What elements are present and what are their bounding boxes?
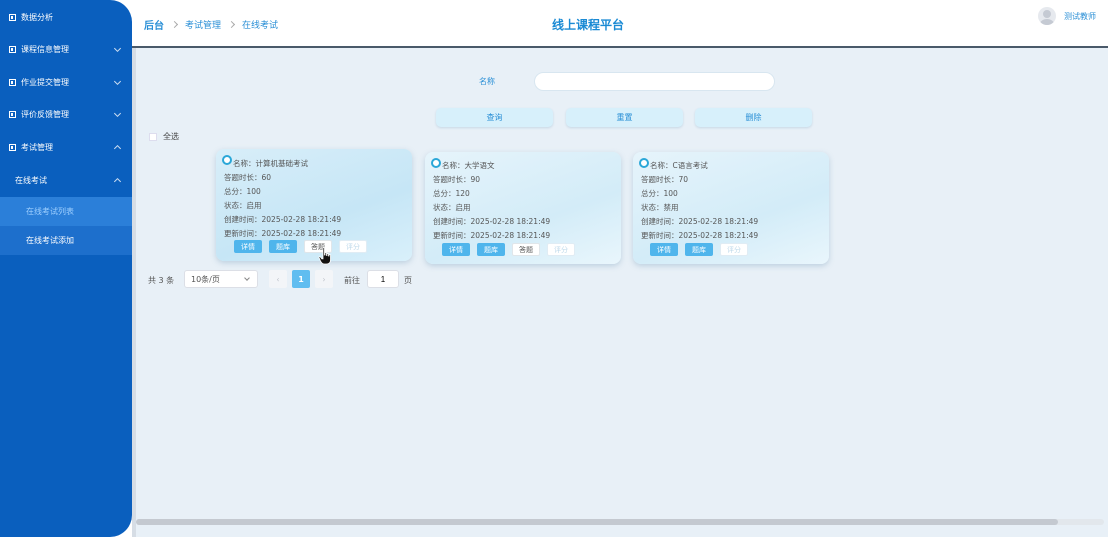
exam-total: 总分：120: [433, 189, 470, 198]
sidebar-item-exam-management[interactable]: 考试管理: [0, 131, 132, 163]
exam-status: 状态：禁用: [641, 203, 679, 212]
prev-page-button[interactable]: ‹: [269, 270, 287, 288]
sidebar-item-label: 数据分析: [21, 12, 53, 22]
question-bank-button[interactable]: 题库: [477, 243, 505, 256]
sidebar-item-exam-list[interactable]: 在线考试列表: [0, 197, 132, 226]
select-all[interactable]: 全选: [149, 131, 179, 142]
sidebar-item-homework[interactable]: 作业提交管理: [0, 66, 132, 98]
avatar: [1038, 7, 1056, 25]
search-label: 名称: [479, 77, 495, 86]
goto-unit: 页: [404, 276, 412, 285]
question-bank-button[interactable]: 题库: [269, 240, 297, 253]
select-all-label: 全选: [163, 132, 179, 141]
search-input[interactable]: [534, 72, 775, 91]
sidebar-item-label: 在线考试添加: [26, 236, 74, 245]
delete-button[interactable]: 删除: [695, 108, 812, 127]
breadcrumb: 后台 考试管理 在线考试: [144, 17, 278, 32]
breadcrumb-home[interactable]: 后台: [144, 17, 164, 32]
exam-created: 创建时间：2025-02-28 18:21:49: [433, 217, 551, 226]
sidebar-item-feedback[interactable]: 评价反馈管理: [0, 98, 132, 130]
chevron-down-icon: [113, 77, 122, 86]
chevron-down-icon: [113, 109, 122, 118]
sidebar-item-exam-add[interactable]: 在线考试添加: [0, 226, 132, 255]
radio-icon[interactable]: [639, 158, 649, 168]
exam-name: 名称：计算机基础考试: [233, 159, 308, 168]
exam-card: 名称：C语言考试 答题时长：70 总分：100 状态：禁用 创建时间：2025-…: [633, 152, 829, 264]
radio-icon[interactable]: [431, 158, 441, 168]
sidebar-item-label: 在线考试: [15, 175, 47, 185]
main-content: 名称 查询 重置 删除 全选 名称：计算机基础考试 答题时长：60 总分：100…: [132, 48, 1108, 537]
exam-name: 名称：大学语文: [442, 161, 495, 170]
exam-duration: 答题时长：90: [433, 175, 481, 184]
breadcrumb-exam-management[interactable]: 考试管理: [185, 18, 221, 31]
next-page-button[interactable]: ›: [315, 270, 333, 288]
menu-icon: [9, 45, 16, 53]
sidebar-item-data-analysis[interactable]: 数据分析: [0, 1, 132, 33]
answer-button[interactable]: 答题: [512, 243, 540, 256]
chevron-right-icon: [227, 20, 236, 29]
exam-updated: 更新时间：2025-02-28 18:21:49: [433, 231, 551, 240]
exam-duration: 答题时长：60: [224, 173, 272, 182]
exam-card: 名称：大学语文 答题时长：90 总分：120 状态：启用 创建时间：2025-0…: [425, 152, 621, 264]
sidebar-item-label: 在线考试列表: [26, 207, 74, 216]
radio-icon[interactable]: [222, 155, 232, 165]
sidebar-item-label: 考试管理: [21, 142, 53, 152]
exam-created: 创建时间：2025-02-28 18:21:49: [224, 215, 342, 224]
page-size-select[interactable]: 10条/页: [184, 270, 258, 288]
exam-total: 总分：100: [641, 189, 678, 198]
sidebar-item-label: 课程信息管理: [21, 44, 69, 54]
exam-updated: 更新时间：2025-02-28 18:21:49: [641, 231, 759, 240]
menu-icon: [9, 13, 16, 21]
query-button[interactable]: 查询: [436, 108, 553, 127]
grade-button[interactable]: 评分: [339, 240, 367, 253]
exam-status: 状态：启用: [224, 201, 262, 210]
grade-button[interactable]: 评分: [547, 243, 575, 256]
horizontal-scrollbar-thumb[interactable]: [136, 519, 1058, 525]
menu-icon: [9, 143, 16, 151]
user-name: 测试教师: [1064, 11, 1096, 21]
reset-button[interactable]: 重置: [566, 108, 683, 127]
detail-button[interactable]: 详情: [234, 240, 262, 253]
chevron-right-icon: [170, 20, 179, 29]
user-menu[interactable]: 测试教师: [1038, 7, 1096, 25]
chevron-down-icon: [113, 44, 122, 53]
page-title: 线上课程平台: [552, 18, 625, 32]
chevron-down-icon: [244, 275, 250, 281]
sidebar-item-label: 评价反馈管理: [21, 109, 69, 119]
sidebar-item-course-info[interactable]: 课程信息管理: [0, 33, 132, 65]
exam-total: 总分：100: [224, 187, 261, 196]
top-header: 后台 考试管理 在线考试 线上课程平台 测试教师: [132, 0, 1108, 48]
sidebar: 数据分析 课程信息管理 作业提交管理 评价反馈管理 考试管理 在线考试 在线考试…: [0, 0, 132, 537]
exam-updated: 更新时间：2025-02-28 18:21:49: [224, 229, 342, 238]
chevron-up-icon: [113, 144, 122, 153]
menu-icon: [9, 78, 16, 86]
goto-label: 前往: [344, 276, 360, 285]
sidebar-item-online-exam[interactable]: 在线考试: [0, 164, 132, 196]
exam-name: 名称：C语言考试: [650, 161, 708, 170]
detail-button[interactable]: 详情: [442, 243, 470, 256]
hand-cursor-icon: [318, 247, 331, 265]
divider: [132, 48, 136, 537]
grade-button[interactable]: 评分: [720, 243, 748, 256]
question-bank-button[interactable]: 题库: [685, 243, 713, 256]
exam-created: 创建时间：2025-02-28 18:21:49: [641, 217, 759, 226]
breadcrumb-online-exam[interactable]: 在线考试: [242, 18, 278, 31]
page-size-value: 10条/页: [191, 274, 220, 284]
detail-button[interactable]: 详情: [650, 243, 678, 256]
exam-card: 名称：计算机基础考试 答题时长：60 总分：100 状态：启用 创建时间：202…: [216, 149, 412, 261]
exam-status: 状态：启用: [433, 203, 471, 212]
menu-icon: [9, 110, 16, 118]
page-1-button[interactable]: 1: [292, 270, 310, 288]
chevron-up-icon: [113, 177, 122, 186]
sidebar-item-label: 作业提交管理: [21, 77, 69, 87]
goto-page-input[interactable]: [367, 270, 399, 288]
select-all-checkbox[interactable]: [149, 132, 157, 141]
exam-duration: 答题时长：70: [641, 175, 689, 184]
pagination-total: 共 3 条: [148, 276, 175, 285]
